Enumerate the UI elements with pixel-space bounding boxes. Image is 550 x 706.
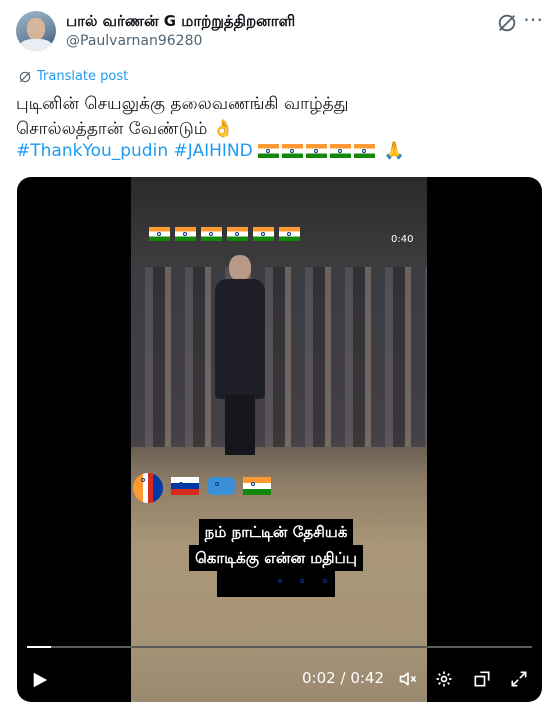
post-text-line-1: புடினின் செயலுக்கு தலைவணங்கி வாழ்த்து [16, 94, 349, 114]
india-flag-emoji [258, 144, 280, 158]
folded-hands-emoji [234, 574, 251, 590]
hashtag-jaihind[interactable]: #JAIHIND [174, 141, 253, 161]
video-progress-bar[interactable] [27, 646, 532, 648]
india-flag-emoji [306, 144, 328, 158]
india-flag-emoji [175, 227, 196, 241]
person-head [229, 255, 251, 281]
video-flags-row [149, 227, 303, 241]
india-flag-emoji [243, 477, 272, 495]
video-progress-fill [27, 646, 52, 648]
video-caption: நம் நாட்டின் தேசியக் கொடிக்கு என்ன மதிப்… [151, 519, 401, 597]
post-hashtags: #ThankYou_pudin #JAIHIND 🙏 [16, 140, 405, 162]
hashtag-thankyou[interactable]: #ThankYou_pudin [16, 141, 168, 161]
post-text: புடினின் செயலுக்கு தலைவணங்கி வாழ்த்து சொ… [16, 92, 536, 142]
russia-flag-emoji [171, 477, 200, 495]
mute-icon[interactable] [398, 669, 418, 689]
india-russia-flag-emoji [133, 473, 163, 503]
india-flag-emoji [279, 227, 300, 241]
video-crowd [131, 267, 427, 447]
caption-line-1: நம் நாட்டின் தேசியக் [198, 519, 354, 545]
india-flag-emoji [292, 574, 310, 592]
video-frame: 0:40 நம் நாட்டின் தேசியக் கொடிக்கு என்ன … [131, 177, 427, 702]
popout-icon[interactable] [472, 669, 492, 689]
avatar-shirt [20, 39, 52, 51]
folded-hands-emoji [252, 574, 268, 590]
fullscreen-icon[interactable] [509, 669, 529, 689]
caption-emoji-row [217, 571, 335, 597]
grok-icon[interactable] [496, 12, 518, 34]
folded-hands-emoji [217, 574, 233, 590]
person-body [215, 279, 265, 399]
translate-post-link[interactable]: Translate post [18, 69, 128, 84]
play-icon[interactable] [31, 671, 49, 689]
folded-hands-emoji: 🙏 [383, 141, 405, 161]
video-player[interactable]: 0:40 நம் நாட்டின் தேசியக் கொடிக்கு என்ன … [17, 177, 542, 702]
avatar-face [27, 18, 45, 40]
india-flag-emoji [330, 144, 352, 158]
translate-icon [19, 71, 31, 82]
avatar[interactable] [16, 11, 56, 51]
post-text-line-2: சொல்லத்தான் வேண்டும் 👌 [16, 119, 235, 139]
person-legs [225, 395, 255, 455]
more-icon[interactable]: ⋯ [522, 9, 544, 32]
india-flag-emoji [354, 144, 376, 158]
time-current: 0:02 [302, 669, 336, 687]
india-flag-emoji [227, 227, 248, 241]
india-flag-emoji [201, 227, 222, 241]
author-name[interactable]: பால் வர்ணன் G மாற்றுத்திறனாளி [66, 12, 295, 32]
author-handle[interactable]: @Paulvarnan96280 [66, 33, 202, 49]
time-separator: / [340, 669, 346, 687]
india-flag-emoji [282, 144, 304, 158]
india-flag-emoji [149, 227, 170, 241]
video-overlay-time: 0:40 [391, 234, 414, 245]
india-flag-emoji [269, 574, 288, 592]
translate-label: Translate post [37, 69, 129, 84]
video-person [211, 255, 269, 455]
caption-line-2: கொடிக்கு என்ன மதிப்பு [189, 545, 363, 571]
time-total: 0:42 [350, 669, 384, 687]
flag-emojis-row [133, 473, 274, 503]
india-flag-emoji [314, 574, 332, 592]
india-flag-emoji [253, 227, 274, 241]
settings-icon[interactable] [434, 669, 454, 689]
handshake-emoji [207, 477, 236, 495]
video-timecode: 0:02 / 0:42 [302, 669, 384, 687]
